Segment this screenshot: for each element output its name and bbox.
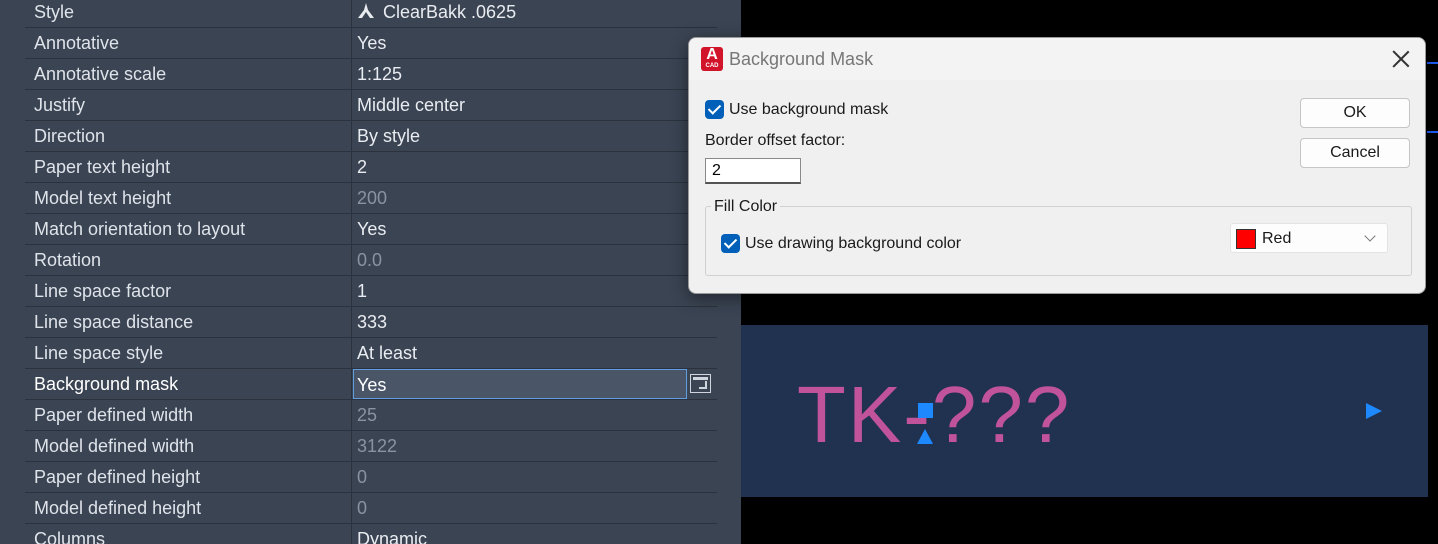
use-background-mask-checkbox[interactable] [705, 100, 724, 119]
property-value[interactable]: Middle center [353, 90, 717, 120]
property-name: Model defined height [25, 493, 352, 523]
border-offset-input[interactable]: 2 [705, 158, 801, 184]
property-name: Annotative [25, 28, 352, 58]
property-value[interactable]: 333 [353, 307, 717, 337]
ok-button[interactable]: OK [1300, 98, 1410, 128]
property-value[interactable]: ClearBakk .0625 [353, 0, 717, 27]
property-row[interactable]: Justify Middle center [25, 90, 717, 121]
cancel-button[interactable]: Cancel [1300, 138, 1410, 168]
property-value: 0 [357, 467, 368, 487]
property-row[interactable]: Direction By style [25, 121, 717, 152]
property-row[interactable]: Paper defined height 0 [25, 462, 717, 493]
property-row[interactable]: Columns Dynamic [25, 524, 717, 544]
property-name: Model defined width [25, 431, 352, 461]
drawing-line [1427, 62, 1438, 64]
app-icon-letter: A [706, 46, 718, 63]
text-style-icon [358, 3, 374, 18]
property-value-text: ClearBakk .0625 [383, 2, 517, 22]
property-name: Annotative scale [25, 59, 352, 89]
color-name: Red [1262, 230, 1292, 247]
property-value[interactable]: Dynamic [353, 524, 717, 544]
property-name: Line space distance [25, 307, 352, 337]
property-row[interactable]: Style ClearBakk .0625 [25, 0, 717, 28]
mtext-object[interactable]: TK-??? [797, 370, 1071, 460]
property-value[interactable]: Yes [353, 28, 717, 58]
property-name: Background mask [25, 369, 352, 399]
property-row[interactable]: Rotation 0.0 [25, 245, 717, 276]
property-row[interactable]: Line space style At least [25, 338, 717, 369]
properties-list: Style ClearBakk .0625 Annotative Yes Annotat… [25, 0, 717, 544]
property-row[interactable]: Background mask Yes [25, 369, 717, 400]
property-name: Paper defined height [25, 462, 352, 492]
use-background-mask-label[interactable]: Use background mask [729, 100, 888, 120]
fill-color-dropdown[interactable]: Red [1230, 223, 1388, 253]
property-name: Line space style [25, 338, 352, 368]
property-value: 0.0 [357, 250, 383, 270]
chevron-down-icon [1364, 230, 1376, 242]
property-name: Line space factor [25, 276, 352, 306]
property-name: Paper text height [25, 152, 352, 182]
property-value[interactable]: Yes [353, 369, 687, 399]
drawing-line [1427, 131, 1438, 133]
property-row[interactable]: Paper defined width 25 [25, 400, 717, 431]
autocad-app-icon: A CAD [701, 47, 723, 71]
property-value[interactable]: At least [353, 338, 717, 368]
palette-gutter [0, 0, 25, 544]
background-mask-area: TK-??? [741, 325, 1428, 497]
property-value: 25 [357, 405, 378, 425]
property-row[interactable]: Line space distance 333 [25, 307, 717, 338]
dialog-titlebar[interactable]: A CAD Background Mask [689, 38, 1425, 80]
property-value[interactable]: 1:125 [353, 59, 717, 89]
property-value[interactable]: 1 [353, 276, 717, 306]
property-value: 3122 [357, 436, 398, 456]
close-icon[interactable] [1389, 48, 1413, 70]
property-value[interactable]: 2 [353, 152, 717, 182]
property-row[interactable]: Paper text height 2 [25, 152, 717, 183]
property-value[interactable]: By style [353, 121, 717, 151]
open-dialog-icon[interactable] [690, 374, 711, 393]
use-drawing-background-checkbox[interactable] [721, 234, 740, 253]
property-row[interactable]: Line space factor 1 [25, 276, 717, 307]
property-row[interactable]: Annotative scale 1:125 [25, 59, 717, 90]
property-name: Paper defined width [25, 400, 352, 430]
border-offset-label: Border offset factor: [705, 132, 846, 149]
property-name: Style [25, 0, 352, 27]
property-name: Direction [25, 121, 352, 151]
property-name: Justify [25, 90, 352, 120]
property-value[interactable]: Yes [353, 214, 717, 244]
app-icon-sub: CAD [705, 63, 719, 69]
property-value: 0 [357, 498, 368, 518]
property-name: Columns [25, 524, 352, 544]
property-name: Model text height [25, 183, 352, 213]
width-grip-arrow[interactable] [1366, 403, 1382, 419]
insertion-grip[interactable] [918, 403, 933, 418]
use-drawing-background-label[interactable]: Use drawing background color [745, 234, 961, 254]
color-swatch [1236, 229, 1256, 249]
dialog-title: Background Mask [729, 49, 874, 69]
fill-color-group-label: Fill Color [711, 197, 781, 217]
property-row[interactable]: Model defined width 3122 [25, 431, 717, 462]
move-grip[interactable] [917, 429, 933, 444]
property-value: 200 [357, 188, 388, 208]
property-name: Rotation [25, 245, 352, 275]
property-row[interactable]: Annotative Yes [25, 28, 717, 59]
properties-palette: Style ClearBakk .0625 Annotative Yes Annotat… [0, 0, 741, 544]
property-row[interactable]: Match orientation to layout Yes [25, 214, 717, 245]
background-mask-dialog: A CAD Background Mask Use background mas… [688, 37, 1426, 294]
property-row[interactable]: Model defined height 0 [25, 493, 717, 524]
property-name: Match orientation to layout [25, 214, 352, 244]
property-row[interactable]: Model text height 200 [25, 183, 717, 214]
